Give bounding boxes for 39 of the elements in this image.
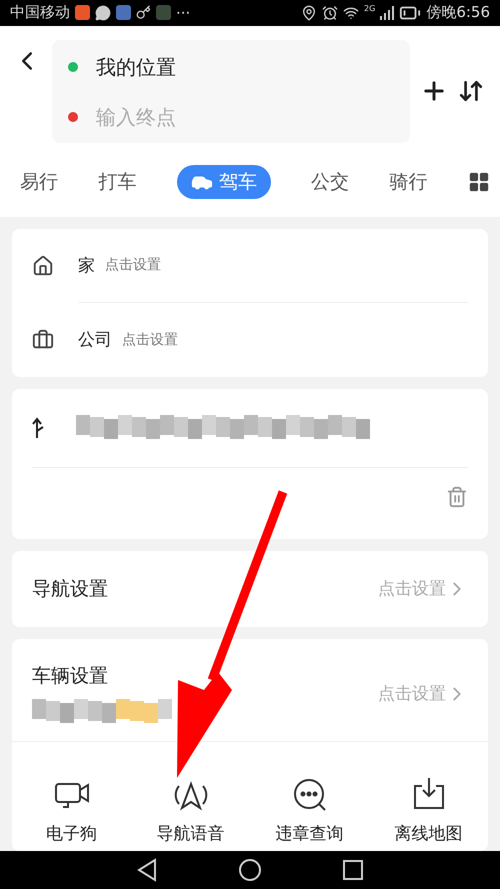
- clock: 傍晚6:56: [426, 3, 490, 22]
- tool-button[interactable]: 违章查询: [254, 776, 364, 845]
- destination-dot: [68, 112, 78, 122]
- settings-title: 导航设置: [32, 576, 108, 602]
- grid-menu-icon[interactable]: [468, 170, 490, 193]
- origin-location[interactable]: 我的位置: [96, 54, 176, 81]
- settings-title: 车辆设置: [32, 664, 109, 689]
- place-hint: 点击设置: [105, 256, 161, 274]
- tool-button[interactable]: 离线地图: [374, 776, 484, 845]
- home-nav-icon[interactable]: [238, 858, 262, 882]
- back-nav-icon[interactable]: [136, 858, 158, 882]
- carrier-name: 中国移动: [10, 3, 70, 22]
- recents-nav-icon[interactable]: [342, 858, 364, 881]
- place-hint: 点击设置: [122, 330, 178, 349]
- delete-icon[interactable]: [446, 486, 468, 508]
- briefcase-icon: [32, 328, 54, 351]
- app-notification-icon: [156, 5, 171, 20]
- home-icon: [32, 254, 54, 277]
- destination-field[interactable]: 输入终点: [96, 104, 296, 129]
- network-type: 2G: [364, 4, 376, 14]
- travel-mode-tab[interactable]: 易行: [20, 164, 58, 199]
- travel-mode-tab[interactable]: 驾车: [176, 164, 271, 199]
- key-icon: [136, 5, 151, 20]
- place-name[interactable]: 公司: [78, 328, 112, 352]
- app-notification-icon: [116, 5, 131, 20]
- travel-mode-tab[interactable]: 打车: [98, 164, 136, 199]
- travel-mode-tab[interactable]: 骑行: [390, 164, 428, 199]
- tool-button[interactable]: 电子狗: [16, 776, 126, 845]
- wifi-icon: [343, 4, 360, 21]
- place-name[interactable]: 家: [78, 254, 95, 277]
- location-icon: [301, 4, 318, 21]
- signal-icon: [380, 6, 394, 20]
- alarm-icon: [322, 4, 338, 21]
- origin-dot: [68, 62, 78, 72]
- more-notifications: ···: [176, 4, 190, 22]
- travel-mode-tab[interactable]: 公交: [311, 164, 350, 199]
- app-notification-icon: [75, 5, 90, 20]
- tool-button[interactable]: 导航语音: [136, 776, 246, 845]
- message-icon: [95, 4, 111, 21]
